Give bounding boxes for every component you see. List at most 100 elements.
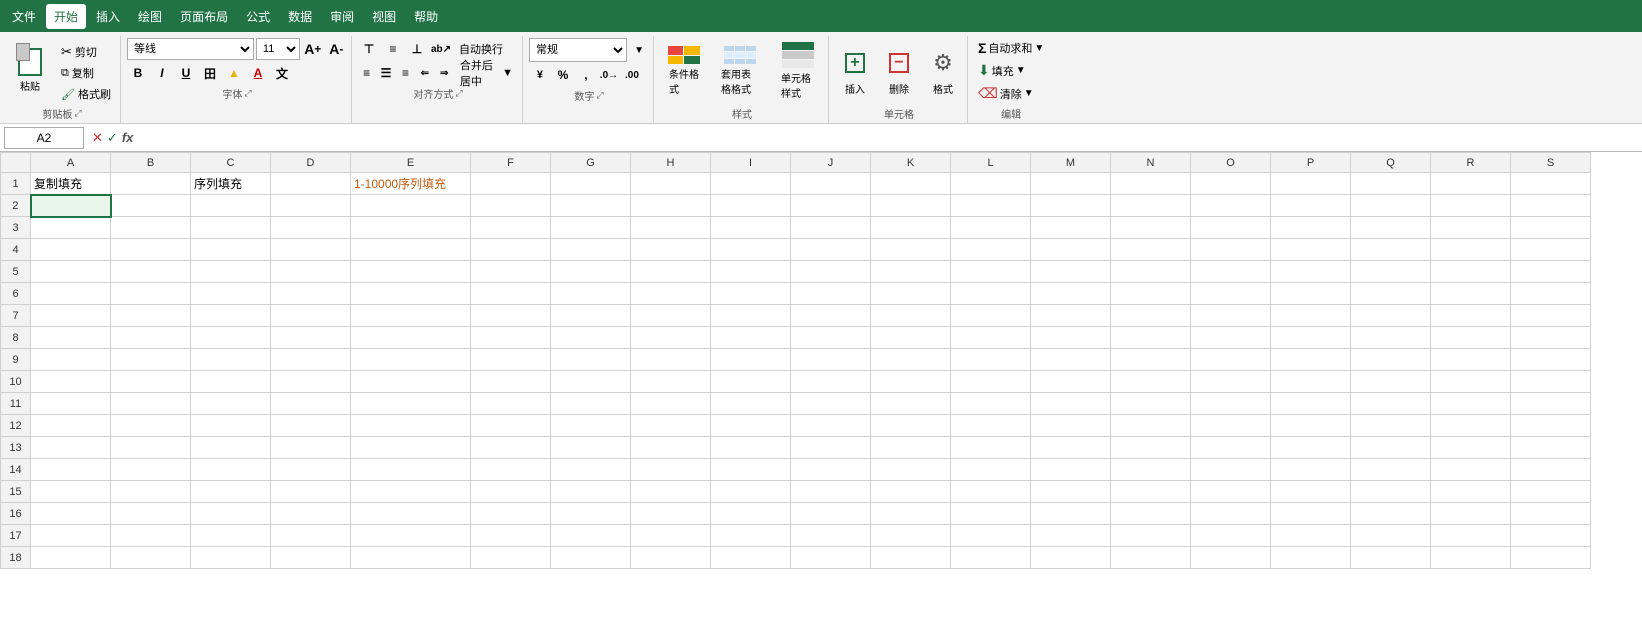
cell-P1[interactable] — [1271, 173, 1351, 195]
cell-S1[interactable] — [1511, 173, 1591, 195]
cell-E4[interactable] — [351, 239, 471, 261]
cell-D6[interactable] — [271, 283, 351, 305]
cell-I9[interactable] — [711, 349, 791, 371]
cell-E3[interactable] — [351, 217, 471, 239]
cell-J7[interactable] — [791, 305, 871, 327]
cell-E7[interactable] — [351, 305, 471, 327]
col-header-P[interactable]: P — [1271, 153, 1351, 173]
cell-M10[interactable] — [1031, 371, 1111, 393]
col-header-O[interactable]: O — [1191, 153, 1271, 173]
cell-A12[interactable] — [31, 415, 111, 437]
cell-G13[interactable] — [551, 437, 631, 459]
cell-L2[interactable] — [951, 195, 1031, 217]
cell-N4[interactable] — [1111, 239, 1191, 261]
cell-L14[interactable] — [951, 459, 1031, 481]
cell-N6[interactable] — [1111, 283, 1191, 305]
formula-confirm-icon[interactable]: ✓ — [107, 130, 118, 146]
cell-G6[interactable] — [551, 283, 631, 305]
cell-G5[interactable] — [551, 261, 631, 283]
cell-H13[interactable] — [631, 437, 711, 459]
cell-H1[interactable] — [631, 173, 711, 195]
cell-K15[interactable] — [871, 481, 951, 503]
cell-M5[interactable] — [1031, 261, 1111, 283]
font-size-select[interactable]: 11 — [256, 38, 300, 60]
cell-L16[interactable] — [951, 503, 1031, 525]
cell-H14[interactable] — [631, 459, 711, 481]
cell-O3[interactable] — [1191, 217, 1271, 239]
col-header-C[interactable]: C — [191, 153, 271, 173]
cell-A15[interactable] — [31, 481, 111, 503]
decrease-decimal-button[interactable]: .00 — [621, 64, 643, 86]
cell-O11[interactable] — [1191, 393, 1271, 415]
col-header-F[interactable]: F — [471, 153, 551, 173]
cell-C16[interactable] — [191, 503, 271, 525]
menu-formula[interactable]: 公式 — [238, 4, 278, 29]
cell-F10[interactable] — [471, 371, 551, 393]
cell-A4[interactable] — [31, 239, 111, 261]
cell-K10[interactable] — [871, 371, 951, 393]
cell-A8[interactable] — [31, 327, 111, 349]
cell-H11[interactable] — [631, 393, 711, 415]
cell-S6[interactable] — [1511, 283, 1591, 305]
row-header-14[interactable]: 14 — [1, 459, 31, 481]
cell-C17[interactable] — [191, 525, 271, 547]
col-header-M[interactable]: M — [1031, 153, 1111, 173]
cell-N15[interactable] — [1111, 481, 1191, 503]
cell-B8[interactable] — [111, 327, 191, 349]
underline-button[interactable]: U — [175, 62, 197, 84]
cell-L15[interactable] — [951, 481, 1031, 503]
cell-S17[interactable] — [1511, 525, 1591, 547]
cell-E14[interactable] — [351, 459, 471, 481]
cell-H9[interactable] — [631, 349, 711, 371]
cell-A17[interactable] — [31, 525, 111, 547]
cell-L17[interactable] — [951, 525, 1031, 547]
col-header-N[interactable]: N — [1111, 153, 1191, 173]
cell-C3[interactable] — [191, 217, 271, 239]
cell-B7[interactable] — [111, 305, 191, 327]
cell-S9[interactable] — [1511, 349, 1591, 371]
cell-C14[interactable] — [191, 459, 271, 481]
cell-B9[interactable] — [111, 349, 191, 371]
cell-J18[interactable] — [791, 547, 871, 569]
cell-F4[interactable] — [471, 239, 551, 261]
border-button[interactable]: 田 — [199, 62, 221, 84]
cell-A2[interactable] — [31, 195, 111, 217]
cell-O16[interactable] — [1191, 503, 1271, 525]
cell-D17[interactable] — [271, 525, 351, 547]
align-right-button[interactable]: ≡ — [397, 62, 414, 84]
cell-A3[interactable] — [31, 217, 111, 239]
cell-I14[interactable] — [711, 459, 791, 481]
cell-Q10[interactable] — [1351, 371, 1431, 393]
cell-C9[interactable] — [191, 349, 271, 371]
cell-Q14[interactable] — [1351, 459, 1431, 481]
row-header-4[interactable]: 4 — [1, 239, 31, 261]
cell-N12[interactable] — [1111, 415, 1191, 437]
row-header-13[interactable]: 13 — [1, 437, 31, 459]
cell-S5[interactable] — [1511, 261, 1591, 283]
cell-C18[interactable] — [191, 547, 271, 569]
cell-H3[interactable] — [631, 217, 711, 239]
cell-R12[interactable] — [1431, 415, 1511, 437]
cell-H5[interactable] — [631, 261, 711, 283]
cell-Q8[interactable] — [1351, 327, 1431, 349]
cell-K6[interactable] — [871, 283, 951, 305]
cell-P16[interactable] — [1271, 503, 1351, 525]
cell-P15[interactable] — [1271, 481, 1351, 503]
row-header-12[interactable]: 12 — [1, 415, 31, 437]
cell-F1[interactable] — [471, 173, 551, 195]
cell-O8[interactable] — [1191, 327, 1271, 349]
cell-R17[interactable] — [1431, 525, 1511, 547]
cell-L12[interactable] — [951, 415, 1031, 437]
row-header-1[interactable]: 1 — [1, 173, 31, 195]
align-middle-button[interactable]: ≡ — [382, 38, 404, 60]
insert-cells-button[interactable]: + 插入 — [835, 41, 875, 101]
cell-L9[interactable] — [951, 349, 1031, 371]
cell-O10[interactable] — [1191, 371, 1271, 393]
cell-E18[interactable] — [351, 547, 471, 569]
cell-A11[interactable] — [31, 393, 111, 415]
cell-Q12[interactable] — [1351, 415, 1431, 437]
cell-R6[interactable] — [1431, 283, 1511, 305]
cell-I12[interactable] — [711, 415, 791, 437]
cell-B5[interactable] — [111, 261, 191, 283]
cell-B17[interactable] — [111, 525, 191, 547]
